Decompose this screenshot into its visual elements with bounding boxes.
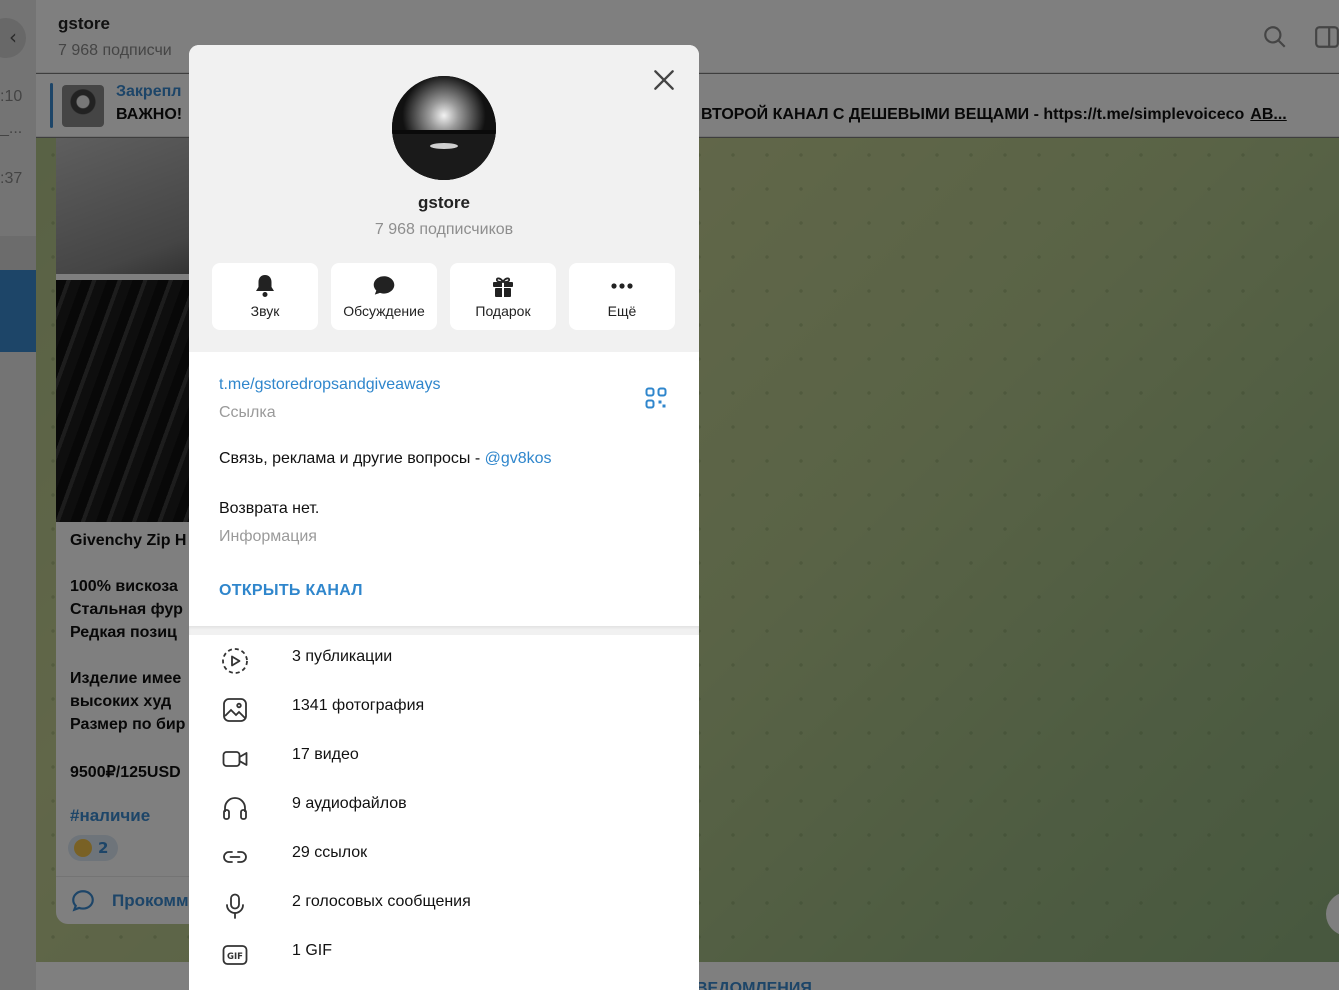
modal-header: gstore 7 968 подписчиков Звук Обсуждение… <box>189 45 699 352</box>
mute-label: Звук <box>250 303 280 319</box>
media-row-label: 3 публикации <box>292 648 393 665</box>
channel-title: gstore <box>418 193 470 212</box>
channel-avatar[interactable] <box>392 76 496 180</box>
close-icon[interactable] <box>651 67 677 93</box>
channel-link[interactable]: t.me/gstoredropsandgiveaways <box>219 376 440 394</box>
more-label: Ещё <box>607 303 637 319</box>
video-icon <box>222 751 248 767</box>
media-row-label: 17 видео <box>292 746 359 763</box>
photo-icon <box>223 698 247 722</box>
channel-subscribers: 7 968 подписчиков <box>374 221 514 238</box>
svg-text:GIF: GIF <box>227 952 243 962</box>
channel-info-modal: gstore 7 968 подписчиков Звук Обсуждение… <box>189 45 699 990</box>
avatar-image <box>392 76 496 180</box>
media-row-videos[interactable]: 17 видео <box>189 733 699 782</box>
info-label: Информация <box>219 528 317 545</box>
channel-description: Связь, реклама и другие вопросы - @gv8ko… <box>219 450 552 467</box>
headphones-icon <box>223 797 247 820</box>
media-row-label: 9 аудиофайлов <box>292 795 407 812</box>
microphone-icon <box>226 893 244 919</box>
media-row-label: 29 ссылок <box>292 844 368 861</box>
discussion-button[interactable]: Обсуждение <box>331 263 437 330</box>
media-row-label: 1 GIF <box>292 942 333 959</box>
gift-icon <box>493 277 513 297</box>
more-button[interactable]: Ещё <box>569 263 675 330</box>
media-row-audio[interactable]: 9 аудиофайлов <box>189 782 699 831</box>
media-row-label: 1341 фотография <box>292 697 425 714</box>
mute-button[interactable]: Звук <box>212 263 318 330</box>
more-dots-icon <box>611 283 633 289</box>
chat-bubble-icon <box>373 276 395 295</box>
contact-mention[interactable]: @gv8kos <box>485 450 552 467</box>
channel-info-section: t.me/gstoredropsandgiveaways Ссылка Связ… <box>189 352 699 626</box>
shared-media-list: 3 публикации 1341 фотография 17 видео 9 … <box>189 635 699 978</box>
media-row-gif[interactable]: GIF 1 GIF <box>189 929 699 978</box>
action-buttons: Звук Обсуждение Подарок Ещё <box>212 263 675 330</box>
gift-button[interactable]: Подарок <box>450 263 556 330</box>
media-row-links[interactable]: 29 ссылок <box>189 831 699 880</box>
gif-icon: GIF <box>222 945 248 965</box>
media-row-voice[interactable]: 2 голосовых сообщения <box>189 880 699 929</box>
media-row-photos[interactable]: 1341 фотография <box>189 684 699 733</box>
gift-label: Подарок <box>475 303 531 319</box>
section-divider <box>189 626 699 635</box>
channel-link-label: Ссылка <box>219 404 276 421</box>
bell-icon <box>256 275 274 297</box>
stories-icon <box>222 648 248 674</box>
open-channel-button[interactable]: ОТКРЫТЬ КАНАЛ <box>219 582 363 600</box>
qr-code-icon[interactable] <box>645 387 667 409</box>
discussion-label: Обсуждение <box>343 303 425 319</box>
media-row-stories[interactable]: 3 публикации <box>189 635 699 684</box>
channel-description-line: Возврата нет. <box>219 500 320 517</box>
media-row-label: 2 голосовых сообщения <box>292 893 471 910</box>
link-icon <box>223 851 247 863</box>
